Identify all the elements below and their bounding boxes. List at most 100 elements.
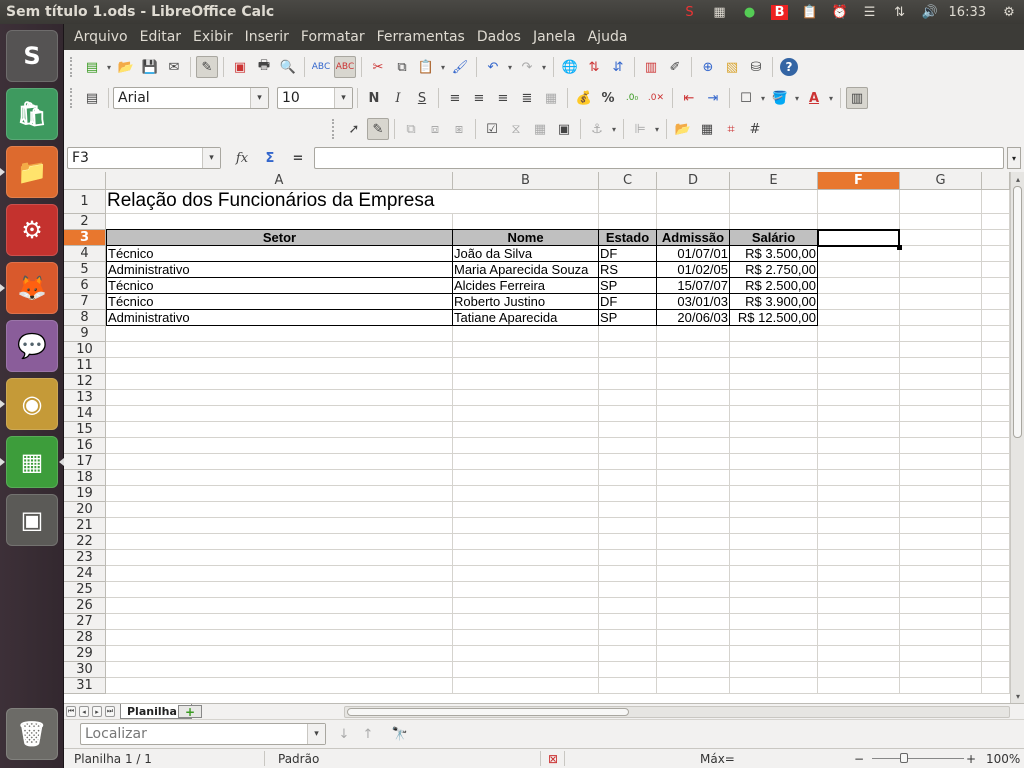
- cell[interactable]: [818, 342, 900, 358]
- cell[interactable]: [106, 358, 453, 374]
- row-header-22[interactable]: 22: [64, 534, 106, 550]
- cell[interactable]: [599, 422, 657, 438]
- function-wizard-icon[interactable]: fx: [231, 147, 253, 169]
- cell[interactable]: [982, 278, 1010, 294]
- cell[interactable]: [599, 454, 657, 470]
- cell[interactable]: [657, 454, 730, 470]
- currency-format-icon[interactable]: 💰: [573, 87, 595, 109]
- helplines-icon[interactable]: ⌗: [720, 118, 742, 140]
- cell[interactable]: [599, 534, 657, 550]
- cell[interactable]: [818, 422, 900, 438]
- table-cell[interactable]: João da Silva: [453, 246, 599, 262]
- cell[interactable]: [900, 406, 982, 422]
- sort-ascending-icon[interactable]: ⇅: [583, 56, 605, 78]
- sum-indicator[interactable]: Máx=: [700, 752, 735, 766]
- background-color-icon[interactable]: 🪣: [769, 87, 791, 109]
- email-icon[interactable]: ✉: [163, 56, 185, 78]
- form-properties-icon[interactable]: ⧖: [505, 118, 527, 140]
- row-header-15[interactable]: 15: [64, 422, 106, 438]
- cell[interactable]: [900, 646, 982, 662]
- cell[interactable]: [106, 518, 453, 534]
- save-icon[interactable]: 💾: [139, 56, 161, 78]
- cell[interactable]: [818, 454, 900, 470]
- cell[interactable]: [818, 358, 900, 374]
- ungroup-icon[interactable]: ⧈: [424, 118, 446, 140]
- row-header-11[interactable]: 11: [64, 358, 106, 374]
- cell[interactable]: [453, 342, 599, 358]
- cell[interactable]: [599, 582, 657, 598]
- column-header-d[interactable]: D: [657, 172, 730, 190]
- underline-icon[interactable]: S: [411, 87, 433, 109]
- cell[interactable]: [657, 214, 730, 230]
- horizontal-scrollbar[interactable]: [344, 706, 1010, 718]
- row-header-26[interactable]: 26: [64, 598, 106, 614]
- launcher-ubuntu-dash-icon[interactable]: S: [6, 30, 58, 82]
- alignment-icon[interactable]: ⊫: [629, 118, 651, 140]
- cell[interactable]: [900, 454, 982, 470]
- cell[interactable]: [900, 230, 982, 246]
- menu-arquivo[interactable]: Arquivo: [68, 29, 134, 45]
- cell[interactable]: [818, 190, 900, 214]
- cell[interactable]: [453, 582, 599, 598]
- cell[interactable]: [453, 422, 599, 438]
- cell[interactable]: [599, 374, 657, 390]
- table-cell[interactable]: Administrativo: [106, 310, 453, 326]
- cell[interactable]: [657, 598, 730, 614]
- open-design-icon[interactable]: 📂: [672, 118, 694, 140]
- print-preview-icon[interactable]: 🔍: [277, 56, 299, 78]
- cell[interactable]: [453, 518, 599, 534]
- expand-formula-icon[interactable]: ▾: [1007, 147, 1021, 169]
- cell[interactable]: [657, 678, 730, 694]
- cell[interactable]: [982, 358, 1010, 374]
- row-header-3[interactable]: 3: [64, 230, 106, 246]
- cell[interactable]: [730, 614, 818, 630]
- column-header-e[interactable]: E: [730, 172, 818, 190]
- cell[interactable]: [657, 614, 730, 630]
- export-pdf-icon[interactable]: ▣: [229, 56, 251, 78]
- zoom-in-icon[interactable]: +: [966, 752, 976, 766]
- cell[interactable]: [982, 598, 1010, 614]
- cell[interactable]: [453, 550, 599, 566]
- menu-inserir[interactable]: Inserir: [239, 29, 295, 45]
- paste-icon[interactable]: 📋: [415, 56, 437, 78]
- cell[interactable]: [106, 486, 453, 502]
- cell[interactable]: [982, 294, 1010, 310]
- percent-format-icon[interactable]: %: [597, 87, 619, 109]
- table-cell[interactable]: R$ 3.900,00: [730, 294, 818, 310]
- cell[interactable]: [818, 326, 900, 342]
- table-header-cell[interactable]: Salário: [730, 229, 818, 246]
- cell[interactable]: [818, 214, 900, 230]
- cell[interactable]: [730, 630, 818, 646]
- cell[interactable]: [900, 310, 982, 326]
- styles-formatting-icon[interactable]: ▤: [81, 87, 103, 109]
- cell[interactable]: [106, 342, 453, 358]
- cell[interactable]: [453, 486, 599, 502]
- cell[interactable]: [730, 342, 818, 358]
- last-sheet-icon[interactable]: ⏭: [105, 706, 115, 717]
- control-properties-icon[interactable]: ☑: [481, 118, 503, 140]
- cell[interactable]: [982, 518, 1010, 534]
- open-folder-icon[interactable]: 📂: [115, 56, 137, 78]
- cell[interactable]: [982, 534, 1010, 550]
- cell[interactable]: [657, 390, 730, 406]
- table-cell[interactable]: R$ 2.500,00: [730, 278, 818, 294]
- cell[interactable]: [730, 326, 818, 342]
- cell[interactable]: [982, 470, 1010, 486]
- sidebar-toggle-icon[interactable]: ▥: [846, 87, 868, 109]
- cell[interactable]: [657, 406, 730, 422]
- column-header-f[interactable]: F: [818, 172, 900, 190]
- cell[interactable]: [657, 646, 730, 662]
- cell[interactable]: [106, 502, 453, 518]
- first-sheet-icon[interactable]: ⏮: [66, 706, 76, 717]
- cell[interactable]: [453, 646, 599, 662]
- undo-icon[interactable]: ↶: [482, 56, 504, 78]
- add-sheet-button[interactable]: +: [178, 705, 202, 719]
- cell[interactable]: [730, 438, 818, 454]
- cell[interactable]: [818, 438, 900, 454]
- alignment-dropdown-icon[interactable]: ▾: [652, 118, 662, 140]
- row-header-9[interactable]: 9: [64, 326, 106, 342]
- cell[interactable]: [657, 342, 730, 358]
- cell[interactable]: [982, 190, 1010, 214]
- increase-indent-icon[interactable]: ⇥: [702, 87, 724, 109]
- cell[interactable]: [453, 214, 599, 230]
